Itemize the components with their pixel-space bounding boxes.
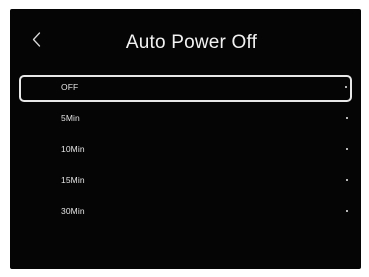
radio-dot-icon — [346, 117, 348, 119]
option-label: 15Min — [61, 175, 85, 185]
option-5min[interactable]: 5Min — [19, 106, 352, 137]
device-screen: Auto Power Off OFF 5Min 10Min 15Min 30Mi… — [10, 9, 361, 269]
option-label: 10Min — [61, 144, 85, 154]
radio-dot-icon — [346, 148, 348, 150]
option-15min[interactable]: 15Min — [19, 168, 352, 199]
header-bar: Auto Power Off — [10, 9, 361, 67]
option-label: OFF — [61, 82, 79, 92]
option-label: 5Min — [61, 113, 80, 123]
radio-dot-icon — [346, 210, 348, 212]
radio-dot-icon — [345, 86, 347, 88]
option-30min[interactable]: 30Min — [19, 199, 352, 230]
option-10min[interactable]: 10Min — [19, 137, 352, 168]
auto-power-off-options: OFF 5Min 10Min 15Min 30Min — [19, 75, 352, 230]
option-off[interactable]: OFF — [19, 75, 352, 102]
option-label: 30Min — [61, 206, 85, 216]
radio-dot-icon — [346, 179, 348, 181]
page-title: Auto Power Off — [125, 32, 258, 53]
